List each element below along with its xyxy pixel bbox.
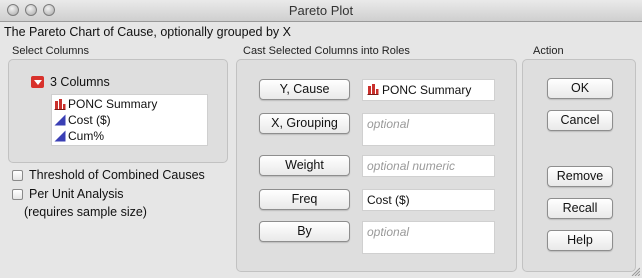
select-columns-label: Select Columns — [12, 45, 90, 57]
dialog-subtitle: The Pareto Chart of Cause, optionally gr… — [4, 25, 291, 39]
columns-menu-button[interactable] — [31, 76, 44, 88]
continuous-icon — [54, 130, 66, 141]
threshold-option[interactable]: Threshold of Combined Causes — [12, 168, 205, 182]
weight-button[interactable]: Weight — [259, 155, 350, 176]
title-bar[interactable]: Pareto Plot — [0, 0, 642, 22]
x-grouping-placeholder: optional — [367, 117, 410, 131]
by-field[interactable]: optional — [362, 221, 495, 254]
per-unit-option[interactable]: Per Unit Analysis — [12, 187, 123, 201]
by-button[interactable]: By — [259, 221, 350, 242]
freq-value: Cost ($) — [367, 193, 410, 207]
y-cause-value: PONC Summary — [382, 83, 472, 97]
y-cause-field[interactable]: PONC Summary — [362, 79, 495, 101]
continuous-icon — [54, 114, 66, 125]
help-button[interactable]: Help — [547, 230, 613, 251]
column-list[interactable]: PONC Summary Cost ($) Cum% — [51, 94, 208, 146]
action-label: Action — [533, 45, 564, 57]
column-item-cost[interactable]: Cost ($) — [54, 112, 111, 127]
disclosure-triangle-icon — [33, 79, 42, 85]
column-item-label: Cost ($) — [68, 112, 111, 127]
weight-placeholder: optional numeric — [367, 159, 456, 173]
freq-button[interactable]: Freq — [259, 189, 350, 210]
resize-grip-icon[interactable] — [630, 266, 640, 276]
column-item-ponc-summary[interactable]: PONC Summary — [54, 96, 157, 111]
bar-chart-icon — [367, 84, 379, 95]
column-item-label: PONC Summary — [68, 96, 158, 111]
threshold-checkbox[interactable] — [12, 169, 23, 181]
column-item-label: Cum% — [68, 128, 105, 143]
cancel-button[interactable]: Cancel — [547, 110, 613, 131]
cast-roles-label: Cast Selected Columns into Roles — [243, 45, 410, 57]
per-unit-checkbox[interactable] — [12, 188, 23, 200]
per-unit-note: (requires sample size) — [24, 205, 147, 219]
window-title: Pareto Plot — [288, 3, 354, 18]
bar-chart-icon — [54, 98, 66, 110]
weight-field[interactable]: optional numeric — [362, 155, 495, 177]
x-grouping-field[interactable]: optional — [362, 113, 495, 146]
per-unit-label: Per Unit Analysis — [29, 187, 124, 201]
y-cause-button[interactable]: Y, Cause — [259, 79, 350, 100]
by-placeholder: optional — [367, 225, 410, 239]
freq-field[interactable]: Cost ($) — [362, 189, 495, 211]
remove-button[interactable]: Remove — [547, 166, 613, 187]
x-grouping-button[interactable]: X, Grouping — [259, 113, 350, 134]
column-item-cum-pct[interactable]: Cum% — [54, 128, 104, 143]
ok-button[interactable]: OK — [547, 78, 613, 99]
columns-count-header: 3 Columns — [50, 75, 110, 89]
recall-button[interactable]: Recall — [547, 198, 613, 219]
threshold-label: Threshold of Combined Causes — [29, 168, 205, 182]
